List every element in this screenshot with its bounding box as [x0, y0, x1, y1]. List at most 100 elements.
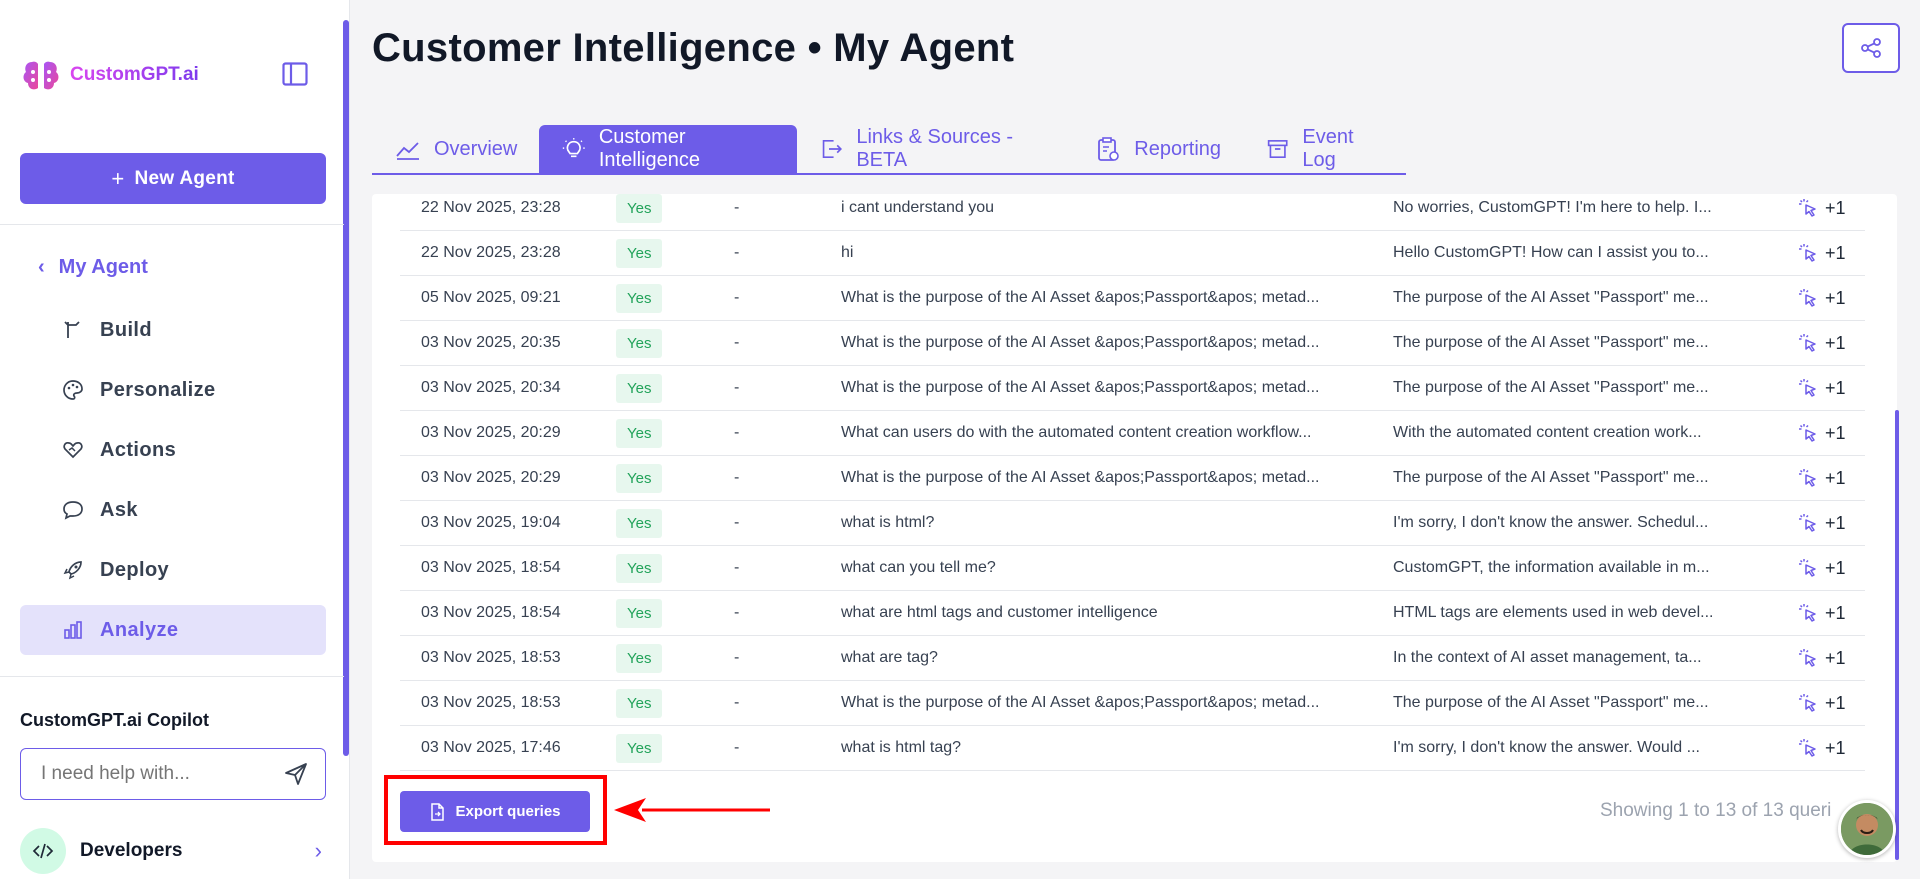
chat-bubble-icon: [63, 501, 83, 520]
code-icon: [20, 828, 66, 874]
copilot-title: CustomGPT.ai Copilot: [20, 710, 209, 730]
tab-links-sources[interactable]: Links & Sources - BETA: [797, 125, 1072, 173]
table-row[interactable]: 03 Nov 2025, 20:35 Yes - What is the pur…: [400, 321, 1865, 366]
sidebar-item-label: Build: [100, 318, 152, 341]
cursor-click-icon: [1799, 514, 1816, 532]
sidebar-item-label: Actions: [100, 438, 177, 461]
row-date: 03 Nov 2025, 20:29: [421, 469, 561, 486]
row-status-cell: Yes: [616, 643, 718, 673]
developers-link[interactable]: Developers ›: [20, 827, 326, 875]
heart-hand-icon: [63, 442, 83, 459]
sidebar-scrollbar[interactable]: [343, 20, 349, 756]
table-row[interactable]: 03 Nov 2025, 18:53 Yes - What is the pur…: [400, 681, 1865, 726]
row-query: What is the purpose of the AI Asset &apo…: [841, 334, 1320, 351]
table-row[interactable]: 03 Nov 2025, 18:54 Yes - what are html t…: [400, 591, 1865, 636]
tab-overview[interactable]: Overview: [372, 125, 539, 173]
archive-icon: [1267, 140, 1288, 158]
row-answer: The purpose of the AI Asset "Passport" m…: [1393, 334, 1709, 351]
status-badge: Yes: [616, 598, 663, 628]
row-date: 03 Nov 2025, 19:04: [421, 514, 561, 531]
row-query: What is the purpose of the AI Asset &apo…: [841, 694, 1320, 711]
row-count: +1: [1825, 467, 1846, 488]
cursor-click-icon: [1799, 334, 1816, 352]
tab-event-log[interactable]: Event Log: [1243, 125, 1406, 173]
row-status-cell: Yes: [616, 373, 718, 403]
plus-icon: +: [111, 165, 125, 191]
row-source: -: [734, 514, 740, 531]
table-row[interactable]: 22 Nov 2025, 23:28 Yes - hi Hello Custom…: [400, 231, 1865, 276]
sidebar-item-personalize[interactable]: Personalize: [20, 365, 326, 415]
row-answer: The purpose of the AI Asset "Passport" m…: [1393, 469, 1709, 486]
tab-reporting[interactable]: Reporting: [1072, 125, 1243, 173]
row-query: i cant understand you: [841, 199, 994, 216]
sidebar-item-ask[interactable]: Ask: [20, 485, 326, 535]
bar-chart-icon: [64, 621, 82, 639]
table-row[interactable]: 22 Nov 2025, 23:28 Yes - i cant understa…: [400, 186, 1865, 231]
row-feedback[interactable]: +1: [1783, 512, 1853, 534]
export-queries-button[interactable]: Export queries: [400, 791, 590, 832]
sidebar-collapse-icon[interactable]: [282, 62, 308, 86]
agent-name: My Agent: [58, 256, 148, 278]
sidebar-item-build[interactable]: Build: [20, 305, 326, 355]
row-status-cell: Yes: [616, 238, 718, 268]
row-count: +1: [1825, 422, 1846, 443]
row-count: +1: [1825, 377, 1846, 398]
row-feedback[interactable]: +1: [1783, 422, 1853, 444]
row-query: What is the purpose of the AI Asset &apo…: [841, 289, 1320, 306]
row-feedback[interactable]: +1: [1783, 287, 1853, 309]
send-icon[interactable]: [283, 761, 309, 787]
copilot-input[interactable]: [41, 763, 261, 785]
new-agent-button[interactable]: + New Agent: [20, 153, 326, 204]
row-answer: With the automated content creation work…: [1393, 424, 1702, 441]
row-feedback[interactable]: +1: [1783, 332, 1853, 354]
row-feedback[interactable]: +1: [1783, 242, 1853, 264]
row-status-cell: Yes: [616, 418, 718, 448]
row-feedback[interactable]: +1: [1783, 737, 1853, 759]
row-date: 03 Nov 2025, 18:53: [421, 649, 561, 666]
row-answer: HTML tags are elements used in web devel…: [1393, 604, 1714, 621]
table-row[interactable]: 03 Nov 2025, 20:29 Yes - What is the pur…: [400, 456, 1865, 501]
sidebar-item-actions[interactable]: Actions: [20, 425, 326, 475]
tab-label: Customer Intelligence: [598, 126, 701, 171]
support-avatar[interactable]: [1838, 800, 1896, 858]
share-icon: [1861, 38, 1881, 58]
cursor-click-icon: [1799, 694, 1816, 712]
table-row[interactable]: 03 Nov 2025, 18:53 Yes - what are tag? I…: [400, 636, 1865, 681]
row-date: 05 Nov 2025, 09:21: [421, 289, 561, 306]
row-query: what can you tell me?: [841, 559, 996, 576]
table-row[interactable]: 03 Nov 2025, 20:29 Yes - What can users …: [400, 411, 1865, 456]
cursor-click-icon: [1799, 199, 1816, 217]
table-row[interactable]: 03 Nov 2025, 19:04 Yes - what is html? I…: [400, 501, 1865, 546]
sidebar-nav: Build Personalize Actions Ask Deploy Ana…: [20, 305, 326, 665]
row-feedback[interactable]: +1: [1783, 557, 1853, 579]
row-query: what are tag?: [841, 649, 938, 666]
table-row[interactable]: 03 Nov 2025, 18:54 Yes - what can you te…: [400, 546, 1865, 591]
divider: [0, 676, 344, 677]
brain-logo-icon: [23, 61, 59, 90]
row-answer: In the context of AI asset management, t…: [1393, 649, 1702, 666]
row-feedback[interactable]: +1: [1783, 602, 1853, 624]
table-row[interactable]: 03 Nov 2025, 20:34 Yes - What is the pur…: [400, 366, 1865, 411]
row-feedback[interactable]: +1: [1783, 197, 1853, 219]
sidebar-item-analyze[interactable]: Analyze: [20, 605, 326, 655]
sidebar-item-deploy[interactable]: Deploy: [20, 545, 326, 595]
build-icon: [64, 321, 80, 338]
tab-customer-intelligence[interactable]: Customer Intelligence: [539, 125, 797, 173]
pagination-info: Showing 1 to 13 of 13 queri: [1600, 800, 1832, 821]
row-feedback[interactable]: +1: [1783, 377, 1853, 399]
row-status-cell: Yes: [616, 283, 718, 313]
lightbulb-icon: [563, 138, 586, 158]
row-feedback[interactable]: +1: [1783, 692, 1853, 714]
panel-scrollbar[interactable]: [1895, 410, 1899, 860]
row-date: 03 Nov 2025, 20:29: [421, 424, 561, 441]
status-badge: Yes: [616, 688, 663, 718]
table-row[interactable]: 05 Nov 2025, 09:21 Yes - What is the pur…: [400, 276, 1865, 321]
table-row[interactable]: 03 Nov 2025, 17:46 Yes - what is html ta…: [400, 726, 1865, 771]
brand-logo[interactable]: CustomGPT.ai: [20, 54, 199, 96]
row-feedback[interactable]: +1: [1783, 467, 1853, 489]
share-button[interactable]: [1842, 23, 1900, 73]
status-badge: Yes: [616, 328, 663, 358]
row-feedback[interactable]: +1: [1783, 647, 1853, 669]
status-badge: Yes: [616, 643, 663, 673]
agent-back-link[interactable]: ‹ My Agent: [38, 256, 148, 279]
